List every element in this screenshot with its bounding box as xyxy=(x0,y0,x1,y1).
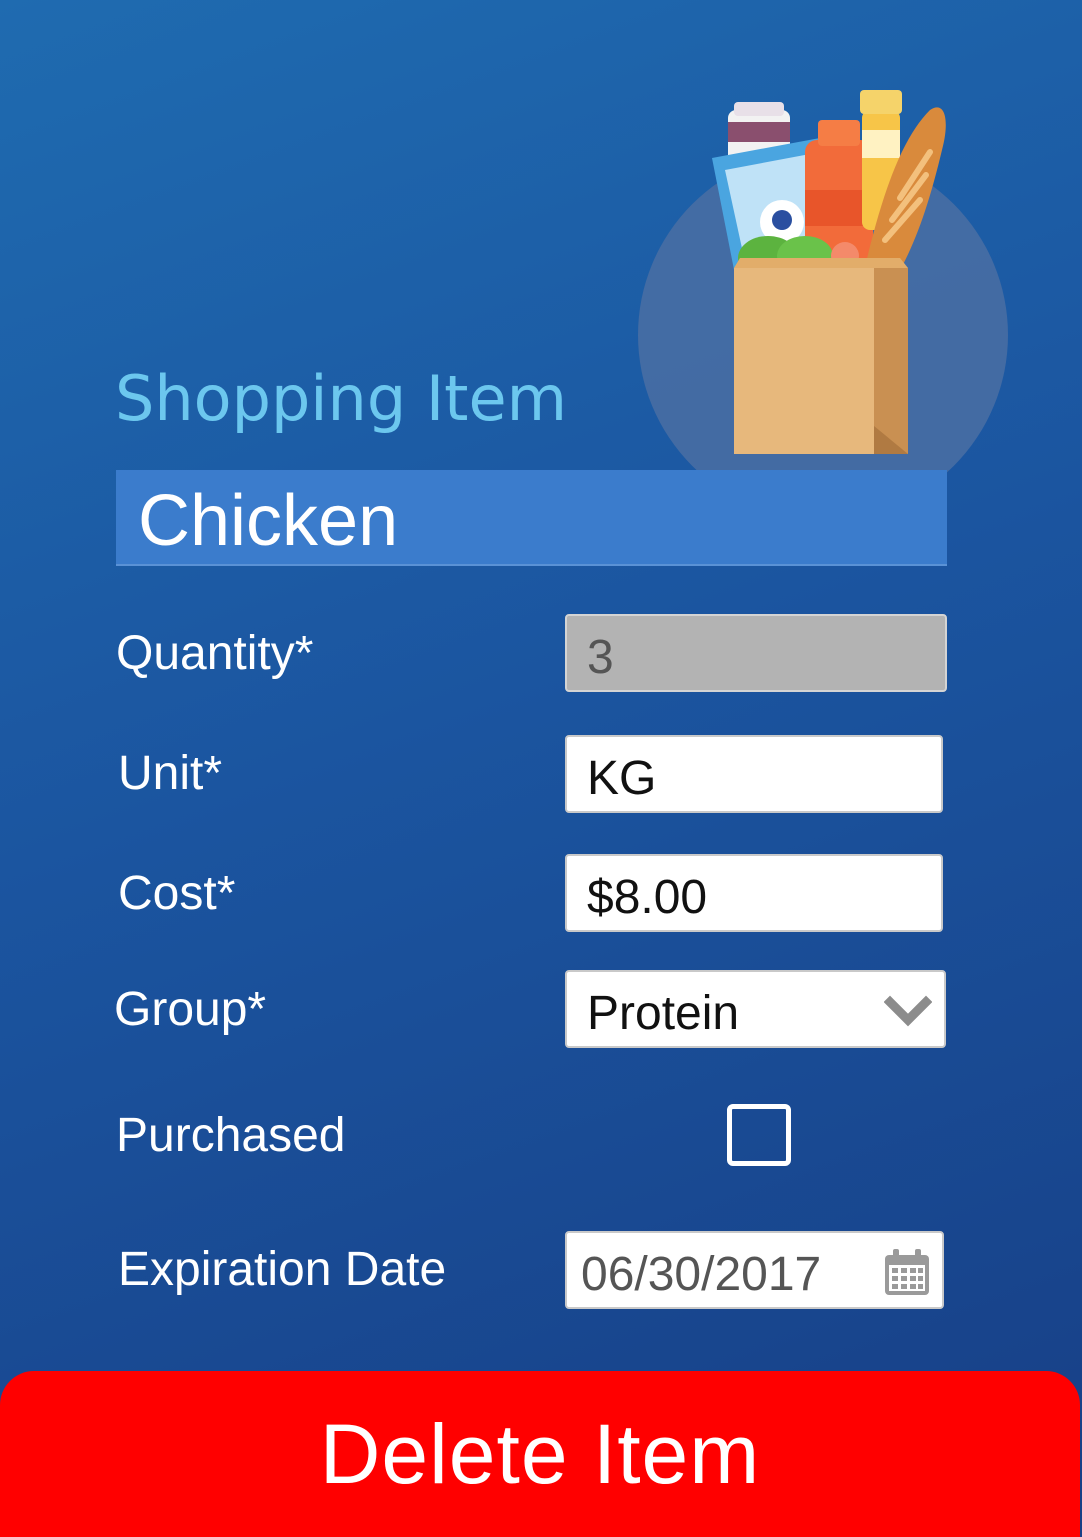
cost-input[interactable]: $8.00 xyxy=(565,854,943,932)
item-name-value: Chicken xyxy=(138,481,399,561)
unit-label: Unit* xyxy=(118,747,223,800)
expiration-date-value: 06/30/2017 xyxy=(581,1248,822,1301)
quantity-value: 3 xyxy=(587,631,614,684)
cost-value: $8.00 xyxy=(587,871,708,924)
unit-value: KG xyxy=(587,752,657,805)
delete-item-label: Delete Item xyxy=(319,1406,761,1501)
page-title: Shopping Item xyxy=(115,362,568,435)
purchased-checkbox[interactable] xyxy=(727,1104,791,1166)
group-value: Protein xyxy=(587,987,740,1040)
quantity-input[interactable]: 3 xyxy=(565,614,947,692)
purchased-label: Purchased xyxy=(116,1109,346,1162)
expiration-date-label: Expiration Date xyxy=(118,1243,447,1296)
group-select[interactable]: Protein xyxy=(565,970,946,1048)
group-label: Group* xyxy=(114,983,267,1036)
quantity-label: Quantity* xyxy=(116,627,314,680)
shopping-item-screen: Shopping Item Chicken Quantity* 3 Unit* … xyxy=(0,0,1082,1537)
calendar-icon[interactable] xyxy=(882,1247,932,1297)
chevron-down-icon xyxy=(884,995,932,1027)
unit-input[interactable]: KG xyxy=(565,735,943,813)
item-name-input[interactable]: Chicken xyxy=(116,470,947,566)
cost-label: Cost* xyxy=(118,867,236,920)
expiration-date-input[interactable]: 06/30/2017 xyxy=(565,1231,944,1309)
grocery-bag-icon xyxy=(638,90,1008,480)
delete-item-button[interactable]: Delete Item xyxy=(0,1371,1080,1537)
